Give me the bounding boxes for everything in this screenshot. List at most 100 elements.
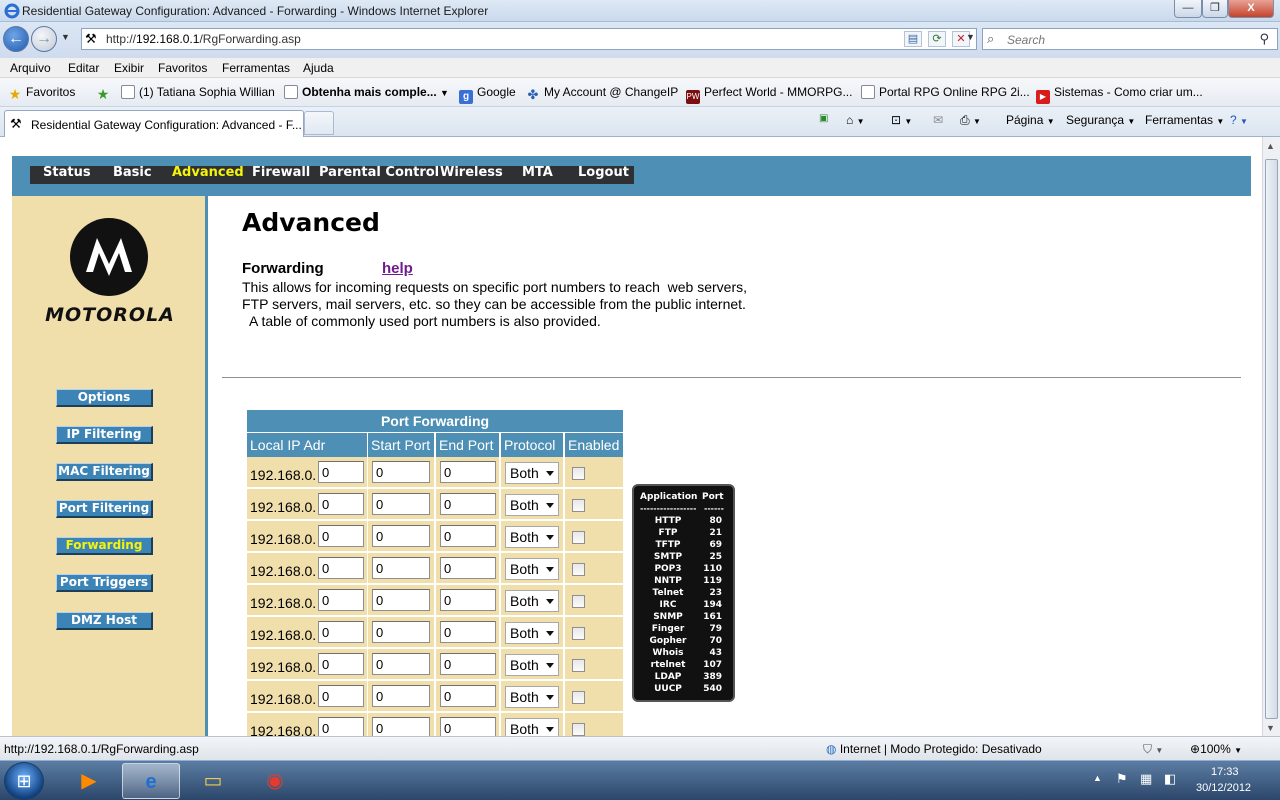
end-port-input[interactable] bbox=[440, 461, 496, 483]
menu-favoritos[interactable]: Favoritos bbox=[158, 61, 207, 75]
side-options-button[interactable]: Options bbox=[56, 389, 153, 407]
start-port-input[interactable] bbox=[372, 653, 430, 675]
end-port-input[interactable] bbox=[440, 621, 496, 643]
end-port-input[interactable] bbox=[440, 525, 496, 547]
page-menu[interactable]: Página ▼ bbox=[1006, 113, 1055, 127]
favorite-link-portal-rpg[interactable]: Portal RPG Online RPG 2i... bbox=[861, 85, 1030, 99]
tab-active[interactable]: ⚒ Residential Gateway Configuration: Adv… bbox=[4, 110, 304, 137]
local-ip-input[interactable] bbox=[318, 685, 364, 707]
enabled-checkbox[interactable] bbox=[572, 595, 585, 608]
new-tab-button[interactable] bbox=[304, 111, 334, 135]
start-button[interactable]: ⊞ bbox=[4, 762, 44, 800]
network-icon[interactable]: ▦ bbox=[1140, 771, 1152, 787]
taskbar-media-player[interactable]: ▶ bbox=[60, 763, 118, 799]
local-ip-input[interactable] bbox=[318, 621, 364, 643]
enabled-checkbox[interactable] bbox=[572, 723, 585, 736]
forward-button[interactable]: → bbox=[31, 26, 57, 52]
local-ip-input[interactable] bbox=[318, 589, 364, 611]
start-port-input[interactable] bbox=[372, 685, 430, 707]
taskbar-chrome[interactable]: ◉ bbox=[246, 763, 304, 799]
side-mac-filtering-button[interactable]: MAC Filtering bbox=[56, 463, 153, 481]
scroll-down-arrow-icon[interactable]: ▼ bbox=[1266, 723, 1275, 733]
close-window-button[interactable]: X bbox=[1228, 0, 1274, 18]
menu-ferramentas[interactable]: Ferramentas bbox=[222, 61, 290, 75]
enabled-checkbox[interactable] bbox=[572, 627, 585, 640]
protocol-select[interactable]: Both bbox=[505, 686, 559, 708]
favorite-link-google[interactable]: g Google bbox=[459, 85, 516, 104]
side-port-triggers-button[interactable]: Port Triggers bbox=[56, 574, 153, 592]
security-zone[interactable]: ◍ Internet | Modo Protegido: Desativado bbox=[826, 742, 1042, 756]
compatibility-view-button[interactable]: ▤ bbox=[904, 31, 922, 47]
enabled-checkbox[interactable] bbox=[572, 691, 585, 704]
start-port-input[interactable] bbox=[372, 589, 430, 611]
end-port-input[interactable] bbox=[440, 685, 496, 707]
minimize-button[interactable]: — bbox=[1174, 0, 1202, 18]
side-dmz-host-button[interactable]: DMZ Host bbox=[56, 612, 153, 630]
local-ip-input[interactable] bbox=[318, 461, 364, 483]
vertical-scrollbar[interactable]: ▲ ▼ bbox=[1262, 137, 1280, 736]
mail-button[interactable]: ✉ bbox=[933, 113, 943, 127]
favorite-link-perfect-world[interactable]: PW Perfect World - MMORPG... bbox=[686, 85, 852, 104]
home-button[interactable]: ⌂ ▼ bbox=[846, 113, 865, 127]
local-ip-input[interactable] bbox=[318, 493, 364, 515]
end-port-input[interactable] bbox=[440, 653, 496, 675]
start-port-input[interactable] bbox=[372, 461, 430, 483]
nav-parental-control[interactable]: Parental Control bbox=[319, 165, 439, 180]
favorite-link-changeip[interactable]: ✤ My Account @ ChangeIP bbox=[526, 85, 679, 102]
recent-pages-dropdown[interactable]: ▼ bbox=[61, 32, 70, 42]
start-port-input[interactable] bbox=[372, 525, 430, 547]
nav-advanced[interactable]: Advanced bbox=[172, 165, 244, 180]
nav-wireless[interactable]: Wireless bbox=[440, 165, 503, 180]
nav-basic[interactable]: Basic bbox=[113, 165, 152, 180]
search-input[interactable]: ⌕ Search ⚲ bbox=[982, 28, 1278, 50]
local-ip-input[interactable] bbox=[318, 557, 364, 579]
enabled-checkbox[interactable] bbox=[572, 467, 585, 480]
protocol-select[interactable]: Both bbox=[505, 590, 559, 612]
nav-firewall[interactable]: Firewall bbox=[252, 165, 310, 180]
taskbar-explorer[interactable]: ▭ bbox=[184, 763, 242, 799]
start-port-input[interactable] bbox=[372, 621, 430, 643]
security-menu[interactable]: Segurança ▼ bbox=[1066, 113, 1135, 127]
enabled-checkbox[interactable] bbox=[572, 563, 585, 576]
end-port-input[interactable] bbox=[440, 717, 496, 736]
start-port-input[interactable] bbox=[372, 493, 430, 515]
local-ip-input[interactable] bbox=[318, 717, 364, 736]
feed-icon[interactable]: ▣ bbox=[819, 113, 828, 124]
local-ip-input[interactable] bbox=[318, 525, 364, 547]
show-hidden-icons-button[interactable]: ▲ bbox=[1093, 773, 1102, 783]
action-center-icon[interactable]: ⚑ bbox=[1116, 771, 1128, 787]
protocol-select[interactable]: Both bbox=[505, 718, 559, 736]
start-port-input[interactable] bbox=[372, 717, 430, 736]
protected-mode-button[interactable]: ⛉ ▼ bbox=[1143, 742, 1163, 757]
help-button[interactable]: ? ▼ bbox=[1230, 113, 1248, 127]
menu-editar[interactable]: Editar bbox=[68, 61, 99, 75]
tools-menu[interactable]: Ferramentas ▼ bbox=[1145, 113, 1224, 127]
favorite-link-tatiana[interactable]: (1) Tatiana Sophia Willian bbox=[121, 85, 275, 99]
taskbar-internet-explorer[interactable]: e bbox=[122, 763, 180, 799]
maximize-button[interactable]: ❐ bbox=[1202, 0, 1228, 18]
nav-mta[interactable]: MTA bbox=[522, 165, 553, 180]
enabled-checkbox[interactable] bbox=[572, 499, 585, 512]
scroll-up-arrow-icon[interactable]: ▲ bbox=[1266, 141, 1275, 151]
address-dropdown[interactable]: ▼ bbox=[966, 32, 975, 42]
clock-time[interactable]: 17:33 bbox=[1211, 766, 1239, 778]
local-ip-input[interactable] bbox=[318, 653, 364, 675]
feeds-button[interactable]: ⊡ ▼ bbox=[891, 113, 912, 127]
scroll-thumb[interactable] bbox=[1265, 159, 1278, 719]
clock-date[interactable]: 30/12/2012 bbox=[1196, 782, 1251, 794]
side-ip-filtering-button[interactable]: IP Filtering bbox=[56, 426, 153, 444]
refresh-button[interactable]: ⟳ bbox=[928, 31, 946, 47]
enabled-checkbox[interactable] bbox=[572, 659, 585, 672]
protocol-select[interactable]: Both bbox=[505, 462, 559, 484]
protocol-select[interactable]: Both bbox=[505, 654, 559, 676]
end-port-input[interactable] bbox=[440, 557, 496, 579]
favorite-link-obtenha[interactable]: Obtenha mais comple... ▼ bbox=[284, 85, 449, 99]
end-port-input[interactable] bbox=[440, 493, 496, 515]
zoom-button[interactable]: ⊕100% ▼ bbox=[1190, 742, 1242, 756]
search-icon[interactable]: ⚲ bbox=[1259, 31, 1269, 47]
protocol-select[interactable]: Both bbox=[505, 622, 559, 644]
enabled-checkbox[interactable] bbox=[572, 531, 585, 544]
protocol-select[interactable]: Both bbox=[505, 558, 559, 580]
address-input[interactable]: ⚒ http://192.168.0.1/RgForwarding.asp ▤ … bbox=[81, 28, 977, 50]
protocol-select[interactable]: Both bbox=[505, 494, 559, 516]
